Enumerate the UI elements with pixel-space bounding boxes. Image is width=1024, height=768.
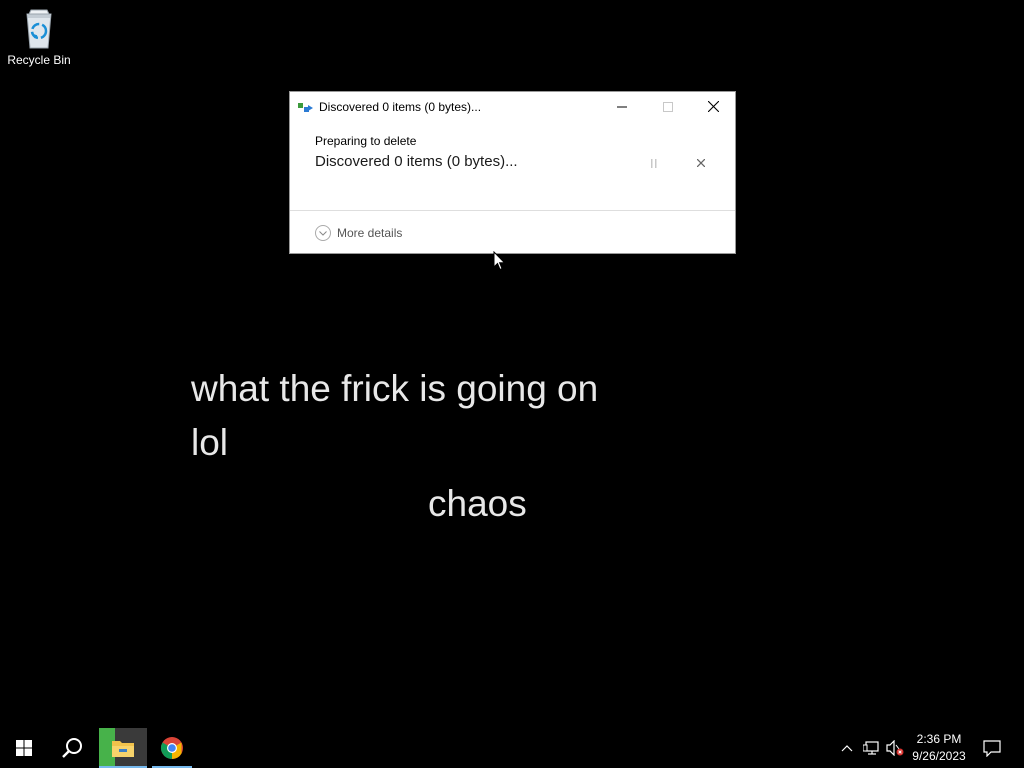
recycle-bin-label: Recycle Bin	[7, 53, 71, 67]
chevron-down-icon	[315, 225, 331, 241]
volume-muted-icon	[886, 740, 904, 756]
delete-progress-icon	[298, 101, 314, 119]
delete-progress-dialog: Discovered 0 items (0 bytes)... Preparin…	[289, 91, 736, 254]
file-explorer-icon	[112, 741, 134, 757]
maximize-button	[645, 92, 691, 121]
more-details-label: More details	[337, 226, 403, 240]
clock-date: 9/26/2023	[912, 749, 966, 763]
cancel-button[interactable]	[691, 155, 711, 171]
minimize-icon	[617, 106, 627, 107]
clock-time: 2:36 PM	[916, 732, 962, 746]
maximize-icon	[663, 101, 673, 112]
close-button[interactable]	[690, 92, 736, 121]
pause-icon	[651, 158, 657, 168]
cancel-icon	[697, 159, 705, 167]
close-icon	[707, 101, 719, 112]
action-center-button[interactable]	[977, 728, 1007, 768]
dialog-status: Discovered 0 items (0 bytes)...	[315, 153, 518, 170]
taskbar-file-explorer[interactable]	[99, 728, 147, 768]
network-icon	[863, 741, 879, 755]
overlay-text-line1: what the frick is going on	[191, 368, 599, 409]
recycle-bin-icon	[26, 9, 52, 49]
taskbar: 2:36 PM 9/26/2023	[0, 728, 1024, 768]
dialog-heading: Preparing to delete	[315, 134, 417, 148]
minimize-button[interactable]	[599, 92, 645, 121]
network-tray-button[interactable]	[861, 738, 881, 758]
taskbar-chrome[interactable]	[148, 728, 196, 768]
notification-icon	[983, 739, 1001, 757]
start-button[interactable]	[0, 728, 48, 768]
mouse-cursor-icon	[493, 251, 506, 271]
search-icon	[62, 738, 82, 758]
system-clock[interactable]: 2:36 PM 9/26/2023	[906, 731, 972, 765]
volume-tray-button[interactable]	[885, 738, 905, 758]
dialog-titlebar[interactable]: Discovered 0 items (0 bytes)...	[290, 92, 735, 122]
recycle-bin-desktop-icon[interactable]: Recycle Bin	[4, 6, 74, 67]
more-details-toggle[interactable]: More details	[315, 223, 402, 243]
chevron-up-icon	[841, 745, 853, 752]
overlay-text-line3: chaos	[428, 483, 527, 524]
show-hidden-icons-button[interactable]	[837, 738, 857, 758]
dialog-title: Discovered 0 items (0 bytes)...	[319, 100, 482, 114]
search-button[interactable]	[48, 728, 96, 768]
chrome-icon	[161, 737, 183, 759]
dialog-separator	[290, 210, 735, 211]
windows-start-icon	[16, 740, 32, 756]
overlay-text-line2: lol	[191, 422, 229, 463]
pause-button[interactable]	[644, 155, 664, 171]
